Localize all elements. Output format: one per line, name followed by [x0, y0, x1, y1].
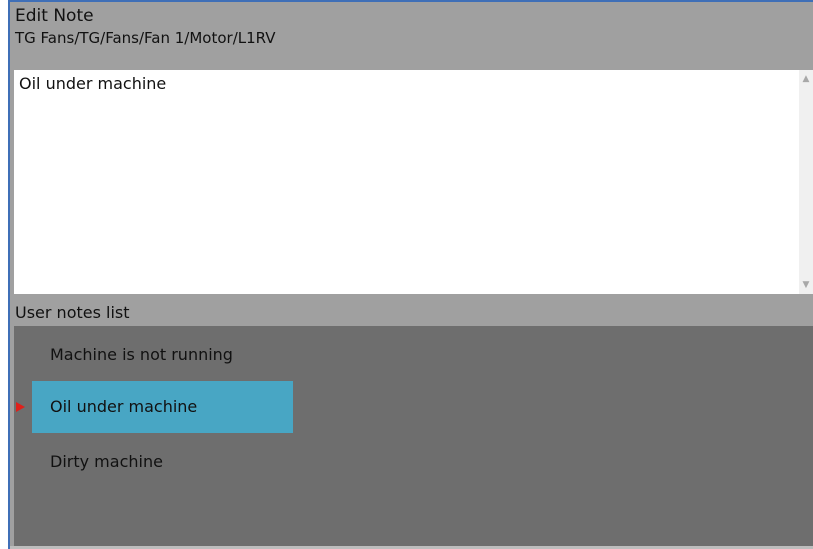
list-item[interactable]: Dirty machine — [32, 436, 293, 488]
chevron-up-icon[interactable]: ▲ — [799, 72, 813, 86]
user-notes-list-label: User notes list — [15, 303, 130, 322]
note-text-value[interactable]: Oil under machine — [19, 74, 166, 94]
note-path: TG Fans/TG/Fans/Fan 1/Motor/L1RV — [15, 29, 276, 47]
list-item-selected[interactable]: Oil under machine — [32, 381, 293, 433]
list-item-label: Oil under machine — [50, 397, 198, 416]
user-notes-list: Machine is not running Oil under machine… — [14, 326, 813, 548]
list-item[interactable]: Machine is not running — [32, 329, 293, 381]
list-item-label: Dirty machine — [50, 452, 163, 471]
list-item-label: Machine is not running — [50, 345, 233, 364]
selection-arrow-icon — [16, 402, 25, 412]
editor-scrollbar[interactable]: ▲ ▼ — [799, 70, 813, 294]
dialog-title: Edit Note — [15, 6, 94, 26]
edit-note-dialog: Edit Note TG Fans/TG/Fans/Fan 1/Motor/L1… — [8, 0, 813, 549]
chevron-down-icon[interactable]: ▼ — [799, 278, 813, 292]
note-text-area[interactable]: Oil under machine ▲ ▼ — [14, 70, 813, 294]
